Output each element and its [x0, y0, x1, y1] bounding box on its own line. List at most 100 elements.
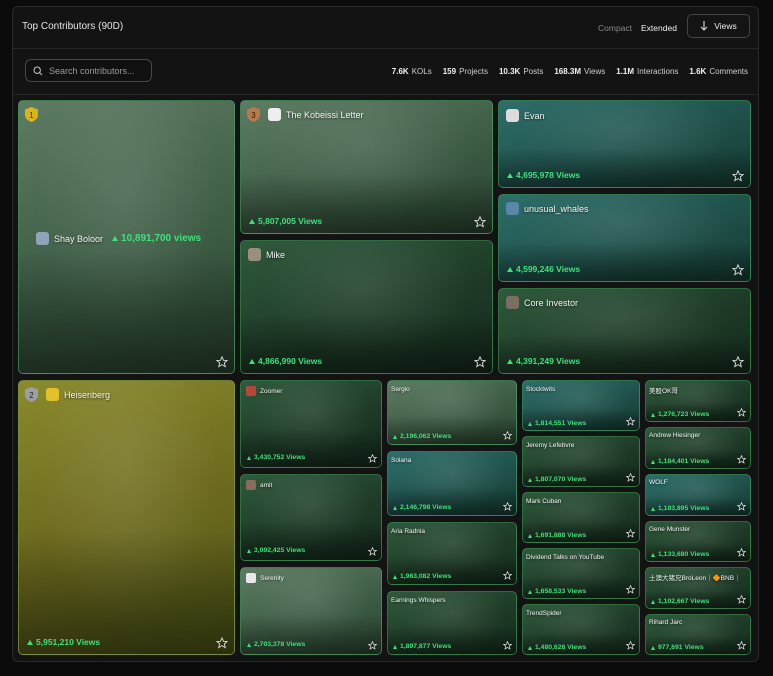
contributor-tile[interactable]: Zoomer 3,430,752 Views [240, 380, 382, 468]
star-icon[interactable] [626, 417, 635, 426]
toolbar: 7.6KKOLs 159Projects 10.3KPosts 168.3MVi… [13, 49, 758, 95]
extended-toggle[interactable]: Extended [641, 23, 677, 33]
contributor-tile[interactable]: Gene Munster 1,133,680 Views [645, 521, 751, 562]
contributor-tile[interactable]: unusual_whales 4,599,246 Views [498, 194, 751, 282]
contributor-tile[interactable]: Mike 4,866,990 Views [240, 240, 493, 374]
star-icon[interactable] [737, 641, 746, 650]
contributor-tile[interactable]: TrendSpider 1,480,628 Views [522, 604, 640, 655]
contributor-tile[interactable]: 美股OK哥 1,276,723 Views [645, 380, 751, 422]
contributor-views: 1,963,082 Views [393, 573, 451, 580]
contributor-views: 1,183,895 Views [651, 505, 709, 512]
contributor-name: Aria Radnia [391, 528, 425, 535]
stat-kols: 7.6K KOLs [391, 67, 432, 76]
star-icon[interactable] [732, 356, 744, 368]
contributor-name: Jeremy Lefebvre [526, 442, 575, 449]
views-sort-button[interactable]: Views [687, 14, 750, 38]
contributor-name: Gene Munster [649, 526, 691, 533]
stat-interactions: 1.1M Interactions [616, 67, 679, 76]
star-icon[interactable] [737, 548, 746, 557]
contributor-tile[interactable]: Jeremy Lefebvre 1,807,070 Views [522, 436, 640, 487]
contributor-tile[interactable]: Stocktwits 1,814,551 Views [522, 380, 640, 431]
contributor-views: 1,102,667 Views [651, 598, 709, 605]
svg-text:3: 3 [251, 111, 256, 120]
avatar [268, 108, 281, 121]
contributor-views: 1,807,070 Views [528, 476, 586, 483]
stat-posts: 10.3K Posts [498, 67, 544, 76]
star-icon[interactable] [474, 216, 486, 228]
contributor-tile[interactable]: 1 Shay Boloor 10,891,700 views [18, 100, 235, 374]
contributor-tile[interactable]: 土澳大猪兄BroLeon｜🔶BNB｜ 1,102,667 Views [645, 567, 751, 609]
contributor-tile[interactable]: Evan 4,695,978 Views [498, 100, 751, 188]
contributor-name: Mark Cuban [526, 498, 562, 505]
star-icon[interactable] [626, 641, 635, 650]
contributor-tile[interactable]: Core Investor 4,391,249 Views [498, 288, 751, 374]
contributor-name: The Kobeissi Letter [286, 109, 364, 120]
search-input[interactable] [49, 65, 149, 76]
contributor-name: Dividend Talks on YouTube [526, 554, 605, 561]
contributor-tile[interactable]: Aria Radnia 1,963,082 Views [387, 522, 517, 585]
star-icon[interactable] [626, 585, 635, 594]
compact-toggle[interactable]: Compact [598, 23, 632, 33]
stat-comments: 1.6K Comments [689, 67, 748, 76]
contributor-name: Andrew Hiesinger [649, 432, 701, 439]
contributor-name: Stocktwits [526, 386, 556, 393]
contributor-views: 1,276,723 Views [651, 411, 709, 418]
contributor-tile[interactable]: Earnings Whispers 1,897,877 Views [387, 591, 517, 655]
contributor-tile[interactable]: WOLF 1,183,895 Views [645, 474, 751, 516]
star-icon[interactable] [368, 641, 377, 650]
star-icon[interactable] [216, 356, 228, 368]
gold-shield-icon: 1 [25, 107, 38, 122]
star-icon[interactable] [737, 408, 746, 417]
contributor-views: 1,897,877 Views [393, 643, 451, 650]
contributor-views: 1,814,551 Views [528, 420, 586, 427]
contributor-views: 2,196,062 Views [393, 433, 451, 440]
views-sort-label: Views [714, 21, 737, 31]
arrow-down-icon [700, 21, 708, 31]
contributor-tile[interactable]: amit 3,092,425 Views [240, 474, 382, 561]
star-icon[interactable] [503, 641, 512, 650]
contributor-name: Mike [266, 249, 286, 260]
contributor-views: 4,599,246 Views [507, 264, 580, 274]
contributor-tile[interactable]: Rihard Jarc 977,691 Views [645, 614, 751, 655]
bronze-shield-icon: 3 [247, 107, 260, 122]
star-icon[interactable] [474, 356, 486, 368]
avatar [246, 480, 256, 490]
contributor-tile[interactable]: Serenity 2,703,378 Views [240, 567, 382, 655]
avatar [246, 386, 256, 396]
contributor-views: 3,092,425 Views [247, 547, 305, 554]
star-icon[interactable] [503, 502, 512, 511]
avatar [46, 388, 59, 401]
star-icon[interactable] [737, 502, 746, 511]
avatar [246, 573, 256, 583]
contributor-tile[interactable]: 2 Heisenberg 5,951,210 Views [18, 380, 235, 655]
star-icon[interactable] [368, 547, 377, 556]
svg-text:1: 1 [29, 111, 34, 120]
star-icon[interactable] [503, 571, 512, 580]
star-icon[interactable] [732, 264, 744, 276]
contributor-tile[interactable]: Solana 2,146,798 Views [387, 451, 517, 516]
star-icon[interactable] [503, 431, 512, 440]
star-icon[interactable] [737, 455, 746, 464]
contributor-views: 1,480,628 Views [528, 644, 586, 651]
star-icon[interactable] [368, 454, 377, 463]
star-icon[interactable] [626, 529, 635, 538]
contributor-tile[interactable]: 3 The Kobeissi Letter 5,807,005 Views [240, 100, 493, 234]
contributor-name: Heisenberg [64, 389, 111, 400]
star-icon[interactable] [626, 473, 635, 482]
contributors-treemap: 1 Shay Boloor 10,891,700 views 3 The Kob… [0, 0, 773, 676]
contributor-tile[interactable]: Andrew Hiesinger 1,184,401 Views [645, 427, 751, 469]
star-icon[interactable] [732, 170, 744, 182]
panel-title: Top Contributors (90D) [22, 21, 124, 32]
contributor-views: 10,891,700 views [112, 233, 201, 244]
contributor-name: WOLF [649, 479, 668, 486]
avatar [506, 296, 519, 309]
contributor-tile[interactable]: Sergio 2,196,062 Views [387, 380, 517, 445]
contributor-views: 977,691 Views [651, 644, 704, 651]
contributor-tile[interactable]: Dividend Talks on YouTube 1,658,533 View… [522, 548, 640, 599]
avatar [506, 202, 519, 215]
star-icon[interactable] [216, 637, 228, 649]
contributor-tile[interactable]: Mark Cuban 1,691,888 Views [522, 492, 640, 543]
star-icon[interactable] [737, 595, 746, 604]
stats-bar: 7.6K KOLs 159 Projects 10.3K Posts 168.3M Vi… [392, 67, 748, 76]
search-box[interactable] [25, 59, 152, 82]
